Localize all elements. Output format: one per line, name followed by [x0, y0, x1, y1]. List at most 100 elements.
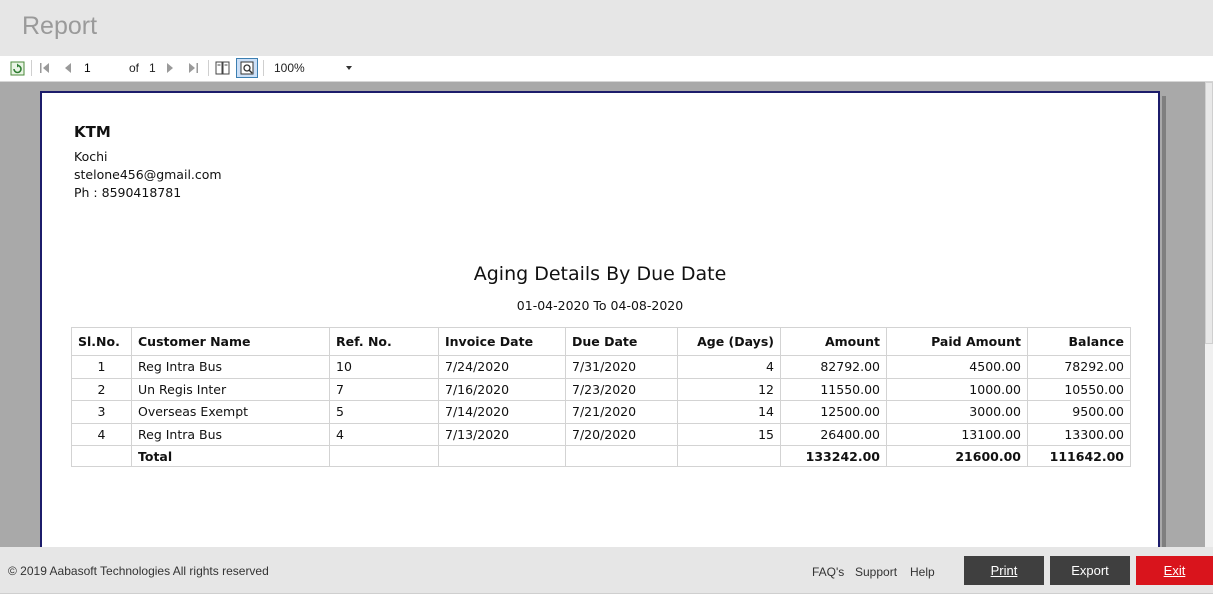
cell-balance: 78292.00	[1027, 355, 1131, 379]
cell-amount: 26400.00	[780, 422, 887, 446]
page-number-input[interactable]	[80, 59, 124, 76]
cell-due-date: 7/23/2020	[565, 377, 678, 401]
column-header: Ref. No.	[329, 327, 439, 356]
window-title: Report	[22, 12, 98, 40]
toolbar-separator	[31, 60, 32, 76]
scrollbar-thumb[interactable]	[1205, 82, 1213, 344]
company-phone: Ph : 8590418781	[74, 185, 182, 200]
exit-button[interactable]: Exit	[1136, 556, 1213, 585]
cell-age: 4	[677, 355, 781, 379]
company-city: Kochi	[74, 149, 108, 164]
cell-ref-no: 10	[329, 355, 439, 379]
table-header-row: Sl.No. Customer Name Ref. No. Invoice Da…	[71, 327, 1131, 356]
report-viewer: KTM Kochi stelone456@gmail.com Ph : 8590…	[0, 82, 1213, 547]
previous-page-icon	[65, 63, 71, 73]
cell-sl-no: 3	[71, 400, 132, 424]
export-button[interactable]: Export	[1050, 556, 1130, 585]
report-toolbar: of 1 100%	[0, 56, 1213, 82]
column-header: Sl.No.	[71, 327, 132, 356]
title-bar: Report	[0, 0, 1213, 56]
support-link[interactable]: Support	[855, 565, 897, 579]
previous-page-button[interactable]	[61, 59, 75, 77]
total-row: Total 133242.00 21600.00 111642.00	[71, 445, 1131, 467]
cell-due-date: 7/31/2020	[565, 355, 678, 379]
report-title: Aging Details By Due Date	[473, 263, 727, 285]
column-header: Due Date	[565, 327, 678, 356]
total-paid-amount: 21600.00	[886, 445, 1028, 467]
next-page-icon	[167, 63, 173, 73]
column-header: Customer Name	[131, 327, 330, 356]
cell-empty	[71, 445, 132, 467]
print-button[interactable]: Print	[964, 556, 1044, 585]
cell-customer-name: Overseas Exempt	[131, 400, 330, 424]
cell-sl-no: 1	[71, 355, 132, 379]
table-row: 3 Overseas Exempt 5 7/14/2020 7/21/2020 …	[71, 400, 1131, 424]
cell-balance: 13300.00	[1027, 422, 1131, 446]
page-setup-icon	[240, 61, 254, 75]
column-header: Paid Amount	[886, 327, 1028, 356]
total-balance: 111642.00	[1027, 445, 1131, 467]
column-header: Amount	[780, 327, 887, 356]
total-label: Total	[131, 445, 330, 467]
cell-customer-name: Un Regis Inter	[131, 377, 330, 401]
cell-invoice-date: 7/14/2020	[438, 400, 566, 424]
company-email: stelone456@gmail.com	[74, 167, 222, 182]
first-page-icon	[40, 63, 49, 73]
cell-ref-no: 5	[329, 400, 439, 424]
total-pages: 1	[149, 61, 156, 75]
cell-customer-name: Reg Intra Bus	[131, 422, 330, 446]
refresh-icon	[10, 61, 24, 75]
report-date-range: 01-04-2020 To 04-08-2020	[516, 298, 684, 313]
table-row: 1 Reg Intra Bus 10 7/24/2020 7/31/2020 4…	[71, 355, 1131, 379]
zoom-select[interactable]: 100%	[270, 59, 356, 77]
refresh-button[interactable]	[9, 59, 25, 77]
cell-empty	[438, 445, 566, 467]
cell-invoice-date: 7/24/2020	[438, 355, 566, 379]
toolbar-separator	[263, 60, 264, 76]
cell-invoice-date: 7/16/2020	[438, 377, 566, 401]
total-amount: 133242.00	[780, 445, 887, 467]
page-layout-icon	[215, 61, 230, 75]
cell-empty	[677, 445, 781, 467]
cell-paid-amount: 1000.00	[886, 377, 1028, 401]
table-row: 2 Un Regis Inter 7 7/16/2020 7/23/2020 1…	[71, 377, 1131, 401]
cell-balance: 9500.00	[1027, 400, 1131, 424]
cell-sl-no: 4	[71, 422, 132, 446]
help-link[interactable]: Help	[910, 565, 935, 579]
cell-due-date: 7/20/2020	[565, 422, 678, 446]
chevron-down-icon	[346, 66, 352, 70]
last-page-button[interactable]	[186, 59, 200, 77]
of-label: of	[129, 61, 140, 75]
toolbar-separator	[208, 60, 209, 76]
column-header: Age (Days)	[677, 327, 781, 356]
cell-amount: 82792.00	[780, 355, 887, 379]
cell-age: 12	[677, 377, 781, 401]
cell-ref-no: 4	[329, 422, 439, 446]
cell-balance: 10550.00	[1027, 377, 1131, 401]
cell-amount: 12500.00	[780, 400, 887, 424]
cell-age: 15	[677, 422, 781, 446]
cell-paid-amount: 13100.00	[886, 422, 1028, 446]
table-row: 4 Reg Intra Bus 4 7/13/2020 7/20/2020 15…	[71, 422, 1131, 446]
last-page-icon	[189, 63, 198, 73]
company-info: KTM Kochi stelone456@gmail.com Ph : 8590…	[74, 123, 222, 202]
copyright-text: © 2019 Aabasoft Technologies All rights …	[8, 564, 269, 578]
cell-due-date: 7/21/2020	[565, 400, 678, 424]
cell-ref-no: 7	[329, 377, 439, 401]
page-setup-button[interactable]	[236, 58, 258, 78]
print-layout-button[interactable]	[214, 59, 232, 77]
next-page-button[interactable]	[163, 59, 177, 77]
cell-empty	[565, 445, 678, 467]
first-page-button[interactable]	[38, 59, 52, 77]
vertical-scrollbar[interactable]	[1205, 82, 1213, 547]
column-header: Balance	[1027, 327, 1131, 356]
cell-age: 14	[677, 400, 781, 424]
cell-customer-name: Reg Intra Bus	[131, 355, 330, 379]
cell-amount: 11550.00	[780, 377, 887, 401]
cell-invoice-date: 7/13/2020	[438, 422, 566, 446]
faq-link[interactable]: FAQ's	[812, 565, 844, 579]
page-shadow	[1162, 96, 1166, 547]
column-header: Invoice Date	[438, 327, 566, 356]
company-name: KTM	[74, 123, 111, 141]
cell-sl-no: 2	[71, 377, 132, 401]
